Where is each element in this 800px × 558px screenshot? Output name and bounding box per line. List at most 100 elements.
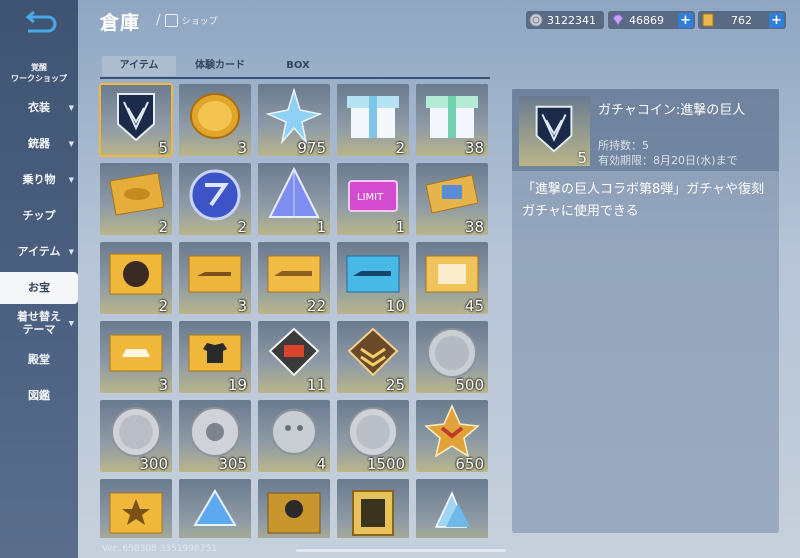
sidebar-item-costume[interactable]: 衣装 ▼: [0, 98, 78, 118]
item-cell[interactable]: 300: [100, 400, 172, 472]
item-cell[interactable]: [258, 479, 330, 538]
horizontal-scrollbar[interactable]: [296, 549, 506, 552]
item-cell[interactable]: 2: [100, 242, 172, 314]
item-cell[interactable]: 3: [100, 321, 172, 393]
gold-chevron-badge-icon: [424, 404, 480, 458]
item-cell[interactable]: 975: [258, 84, 330, 156]
currency-diamond: 46869 +: [608, 11, 695, 29]
gift-box-icon: [426, 96, 478, 138]
rank-badge-icon: [268, 327, 320, 377]
item-cell[interactable]: 1: [258, 163, 330, 235]
limit-card-text: LIMIT: [357, 192, 384, 203]
sidebar-item-vehicles[interactable]: 乗り物 ▼: [0, 170, 78, 190]
add-gold-ticket-button[interactable]: +: [769, 12, 784, 28]
item-cell[interactable]: [337, 479, 409, 538]
item-cell[interactable]: 2: [100, 163, 172, 235]
sidebar-item-label: お宝: [28, 281, 50, 294]
breadcrumb-shop-label: ショップ: [181, 16, 218, 27]
diamond-icon: [612, 14, 624, 26]
tab-items[interactable]: アイテム: [102, 56, 176, 76]
sidebar-item-treasure[interactable]: お宝: [0, 272, 78, 304]
item-count: 305: [218, 455, 247, 472]
item-count: 1: [395, 218, 405, 235]
item-cell[interactable]: 500: [416, 321, 488, 393]
item-cell[interactable]: 25: [337, 321, 409, 393]
item-cell[interactable]: 650: [416, 400, 488, 472]
wings-emblem-icon: [535, 105, 573, 153]
rank-badge-icon: [347, 327, 399, 377]
item-cell[interactable]: 4: [258, 400, 330, 472]
item-cell[interactable]: 2: [337, 84, 409, 156]
currency-value: 46869: [629, 13, 664, 27]
item-count: 38: [464, 139, 484, 156]
item-cell[interactable]: 38: [416, 84, 488, 156]
sidebar-item-items[interactable]: アイテム ▼: [0, 242, 78, 262]
tab-trial-cards[interactable]: 体験カード: [184, 56, 256, 76]
back-button[interactable]: [18, 8, 62, 38]
item-cell[interactable]: 10: [337, 242, 409, 314]
item-cell[interactable]: LIMIT 1: [337, 163, 409, 235]
caret-down-icon: ▼: [68, 104, 74, 112]
item-detail-name: ガチャコイン:進撃の巨人: [598, 103, 746, 118]
breadcrumb[interactable]: / ショップ: [156, 12, 218, 28]
item-count: 2: [158, 218, 168, 235]
item-cell[interactable]: 3: [179, 242, 251, 314]
gold-ticket-rifle-icon: [267, 255, 321, 293]
wings-emblem-icon: [117, 93, 155, 142]
item-grid: 5 3 975 2 38 2 2 1 LIMIT 1 38 2 3 22 10 …: [98, 82, 490, 538]
sidebar-item-label: 衣装: [28, 101, 50, 114]
item-count: 2: [395, 139, 405, 156]
gold-frame-icon: [352, 490, 394, 536]
sidebar-item-chips[interactable]: チップ: [0, 206, 78, 226]
currency-silver-coin: 3122341: [526, 11, 604, 29]
shop-icon: [164, 13, 178, 27]
gold-ticket-star-icon: [109, 492, 163, 534]
cosmo-ticket-icon: [267, 492, 321, 534]
item-cell[interactable]: 45: [416, 242, 488, 314]
silver-medal-icon: [111, 407, 161, 457]
item-detail-header: 5 ガチャコイン:進撃の巨人 所持数：5 有効期限：8月20日(水)まで: [512, 89, 779, 171]
item-cell[interactable]: 5: [99, 83, 173, 157]
add-diamond-button[interactable]: +: [678, 12, 693, 28]
caret-down-icon: ▼: [68, 176, 74, 184]
gold-ticket-icon: [702, 13, 714, 27]
item-cell[interactable]: 305: [179, 400, 251, 472]
item-count: 10: [385, 297, 405, 314]
currency-value: 3122341: [547, 13, 596, 27]
item-cell[interactable]: [416, 479, 488, 538]
sidebar-item-encyclopedia[interactable]: 図鑑: [0, 386, 78, 406]
silver-medal-icon: [190, 407, 240, 457]
item-cell[interactable]: 38: [416, 163, 488, 235]
item-cell[interactable]: 22: [258, 242, 330, 314]
item-cell[interactable]: 19: [179, 321, 251, 393]
item-cell[interactable]: [179, 479, 251, 538]
item-cell[interactable]: 1500: [337, 400, 409, 472]
sidebar-item-label: テーマ: [22, 323, 56, 336]
item-count: 19: [227, 376, 247, 393]
sidebar-item-themes[interactable]: 着せ替え テーマ ▼: [0, 310, 78, 338]
silver-medal-icon: [348, 407, 398, 457]
sidebar-item-firearms[interactable]: 銃器 ▼: [0, 134, 78, 154]
sidebar-item-label: チップ: [22, 209, 56, 222]
caret-down-icon: ▼: [68, 319, 74, 328]
item-cell[interactable]: 3: [179, 84, 251, 156]
gold-ticket-rifle-icon: [188, 255, 242, 293]
tab-box[interactable]: BOX: [270, 56, 326, 76]
item-detail-expiry: 有効期限：8月20日(水)まで: [598, 154, 738, 167]
sidebar-item-label: 図鑑: [28, 389, 50, 402]
gold-ticket-icon: [425, 174, 479, 214]
item-count: 22: [306, 297, 326, 314]
item-cell[interactable]: 11: [258, 321, 330, 393]
item-cell[interactable]: 2: [179, 163, 251, 235]
blue-crystal-shard-icon: [193, 489, 237, 526]
crystal-pyramid-icon: [268, 167, 320, 218]
sidebar-item-hall-of-fame[interactable]: 殿堂: [0, 350, 78, 370]
item-count: 300: [139, 455, 168, 472]
gold-ticket-icon: [109, 172, 165, 216]
sidebar-item-label: 着せ替え: [17, 310, 61, 323]
item-cell[interactable]: [100, 479, 172, 538]
sidebar-item-label: 殿堂: [28, 353, 50, 366]
sidebar-item-awakening-workshop[interactable]: 覚醒 ワークショップ: [0, 62, 78, 86]
gold-ticket-frame-icon: [425, 255, 479, 293]
caret-down-icon: ▼: [68, 140, 74, 148]
